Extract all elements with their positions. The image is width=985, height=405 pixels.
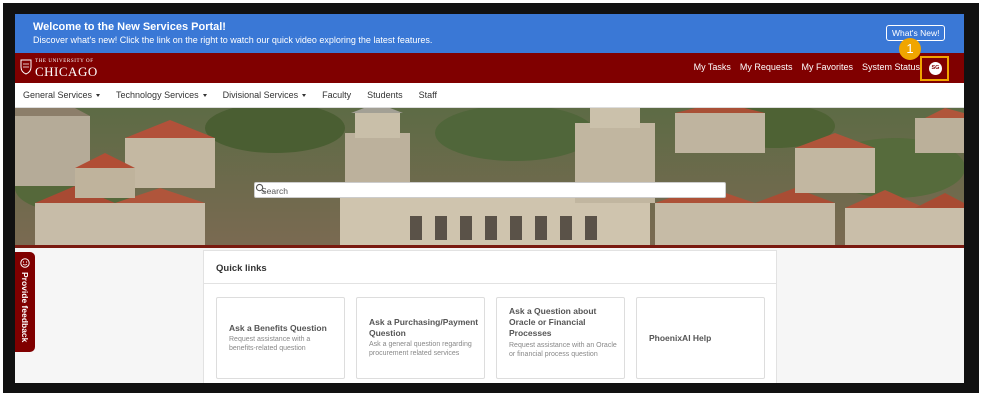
provide-feedback-tab[interactable]: Provide feedback (15, 252, 35, 352)
hero-campus-image (15, 108, 964, 248)
card-title: Ask a Purchasing/Payment Question (369, 317, 479, 338)
nav-label: Students (367, 90, 403, 100)
whats-new-button[interactable]: What's New! (886, 25, 946, 41)
nav-label: Technology Services (116, 90, 199, 100)
quick-links-header: Quick links (204, 251, 776, 284)
my-tasks-link[interactable]: My Tasks (694, 62, 731, 72)
card-title: PhoenixAI Help (649, 333, 712, 343)
nav-label: Faculty (322, 90, 352, 100)
main-nav: General Services Technology Services Div… (15, 83, 964, 108)
nav-divisional-services[interactable]: Divisional Services (223, 90, 307, 100)
system-status-link[interactable]: System Status (862, 62, 920, 72)
nav-label: Divisional Services (222, 90, 299, 100)
quick-link-card-benefits[interactable]: Ask a Benefits Question Request assistan… (216, 297, 345, 379)
top-header: THE UNIVERSITY OF CHICAGO My Tasks My Re… (15, 53, 964, 83)
nav-general-services[interactable]: General Services (23, 90, 101, 100)
my-requests-link[interactable]: My Requests (740, 62, 793, 72)
logo-big-text: CHICAGO (35, 64, 98, 79)
nav-students[interactable]: Students (367, 90, 403, 100)
quick-link-card-oracle[interactable]: Ask a Question about Oracle or Financial… (496, 297, 625, 379)
nav-label: General Services (23, 90, 93, 100)
banner-text: Discover what's new! Click the link on t… (33, 35, 433, 45)
card-title: Ask a Question about Oracle or Financial… (509, 306, 597, 338)
campus-illustration (15, 108, 964, 248)
nav-label: Staff (418, 90, 438, 100)
avatar-highlight-box: SG (920, 56, 949, 81)
my-favorites-link[interactable]: My Favorites (801, 62, 853, 72)
caret-down-icon (202, 93, 207, 97)
caret-down-icon (96, 93, 101, 97)
nav-technology-services[interactable]: Technology Services (116, 90, 207, 100)
quick-links-title: Quick links (216, 263, 267, 274)
card-description: Request assistance with an Oracle or fin… (509, 342, 617, 358)
browser-viewport: Welcome to the New Services Portal! Disc… (15, 14, 964, 383)
top-links: My Tasks My Requests My Favorites System… (694, 62, 920, 72)
banner-title: Welcome to the New Services Portal! (33, 21, 226, 33)
crest-icon (20, 59, 32, 75)
step-callout-badge: 1 (899, 38, 921, 60)
feedback-label: Provide feedback (20, 272, 30, 343)
search-icon[interactable] (255, 183, 266, 194)
quick-link-card-phoenixai[interactable]: PhoenixAI Help (636, 297, 765, 379)
announcement-banner: Welcome to the New Services Portal! Disc… (15, 14, 964, 53)
screenshot-frame: Welcome to the New Services Portal! Disc… (3, 3, 979, 393)
card-description: Request assistance with a benefits-relat… (229, 336, 311, 352)
search-input[interactable] (261, 185, 701, 196)
card-title: Ask a Benefits Question (229, 323, 327, 333)
search-bar (254, 182, 726, 198)
user-avatar[interactable]: SG (929, 62, 942, 75)
quick-links-panel: Quick links Ask a Benefits Question Requ… (203, 250, 777, 383)
quick-link-card-purchasing[interactable]: Ask a Purchasing/Payment Question Ask a … (356, 297, 485, 379)
nav-staff[interactable]: Staff (419, 90, 437, 100)
smiley-icon (20, 258, 30, 268)
caret-down-icon (302, 93, 307, 97)
card-description: Ask a general question regarding procure… (369, 341, 472, 357)
nav-faculty[interactable]: Faculty (322, 90, 351, 100)
